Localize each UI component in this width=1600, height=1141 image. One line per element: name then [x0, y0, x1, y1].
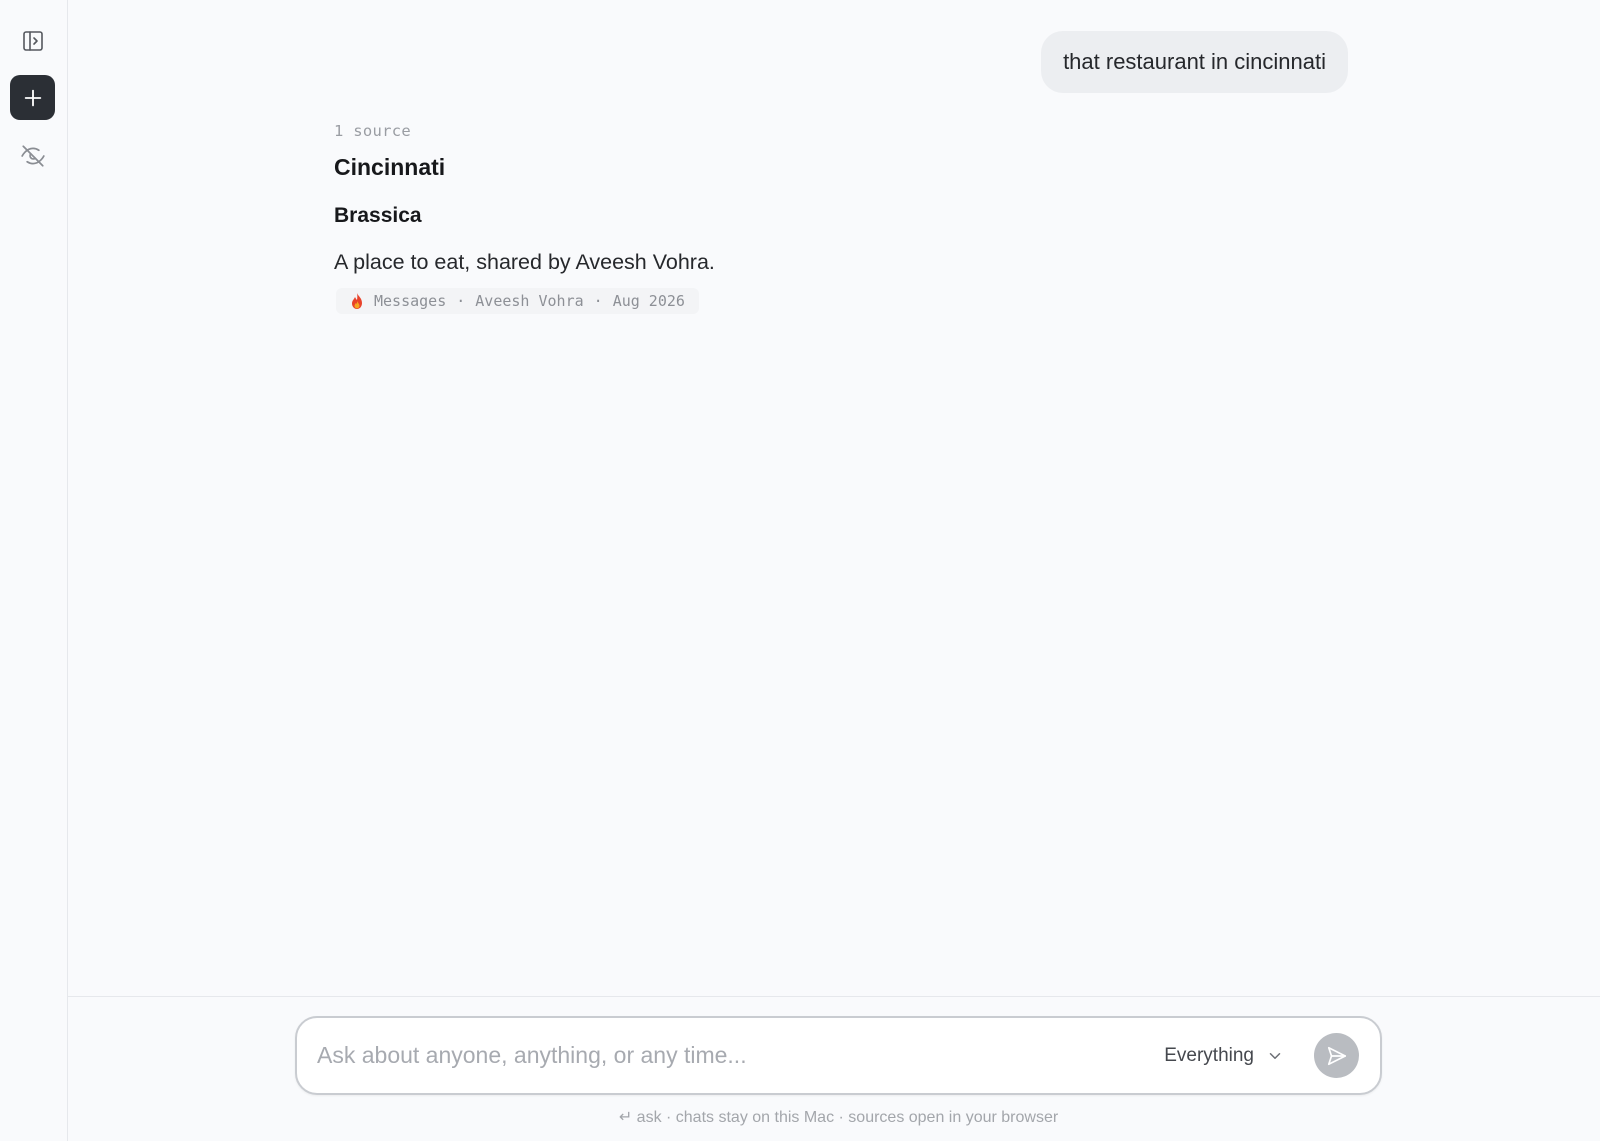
answer-heading: Cincinnati	[334, 154, 446, 180]
footer-hint: ↵ ask · chats stay on this Mac · sources…	[618, 1109, 1059, 1126]
send-button[interactable]	[1314, 1033, 1359, 1078]
private-mode-button[interactable]	[10, 133, 55, 178]
sidebar	[0, 0, 68, 1141]
chat-area: that restaurant in cincinnati 1 source C…	[68, 0, 1600, 996]
messages-flame-icon	[352, 293, 362, 309]
source-date: Aug 2026	[612, 292, 685, 310]
source-count[interactable]: 1 source	[334, 122, 1234, 140]
plus-icon	[24, 89, 41, 106]
ask-input[interactable]	[317, 1018, 1107, 1093]
assistant-answer: 1 source Cincinnati Brassica A place to …	[334, 122, 1234, 315]
answer-description: A place to eat, shared by Aveesh Vohra.	[334, 250, 715, 274]
answer-subheading: Brassica	[334, 204, 422, 227]
source-chip[interactable]: Messages · Aveesh Vohra · Aug 2026	[336, 288, 699, 314]
source-person: Aveesh Vohra	[475, 292, 584, 310]
sidebar-toggle-icon	[22, 30, 43, 51]
source-separator: ·	[456, 292, 466, 310]
user-message-bubble: that restaurant in cincinnati	[1041, 31, 1348, 93]
sidebar-toggle-button[interactable]	[10, 18, 55, 63]
new-chat-button[interactable]	[10, 75, 55, 120]
composer: Everything	[295, 1016, 1382, 1095]
scope-label: Everything	[1164, 1044, 1254, 1066]
source-app: Messages	[374, 292, 447, 310]
chevron-down-icon	[1269, 1052, 1281, 1059]
eye-slash-icon	[20, 144, 45, 167]
source-separator: ·	[593, 292, 603, 310]
scope-dropdown[interactable]: Everything	[1164, 1018, 1284, 1093]
send-icon	[1327, 1046, 1346, 1065]
composer-divider	[68, 996, 1600, 997]
